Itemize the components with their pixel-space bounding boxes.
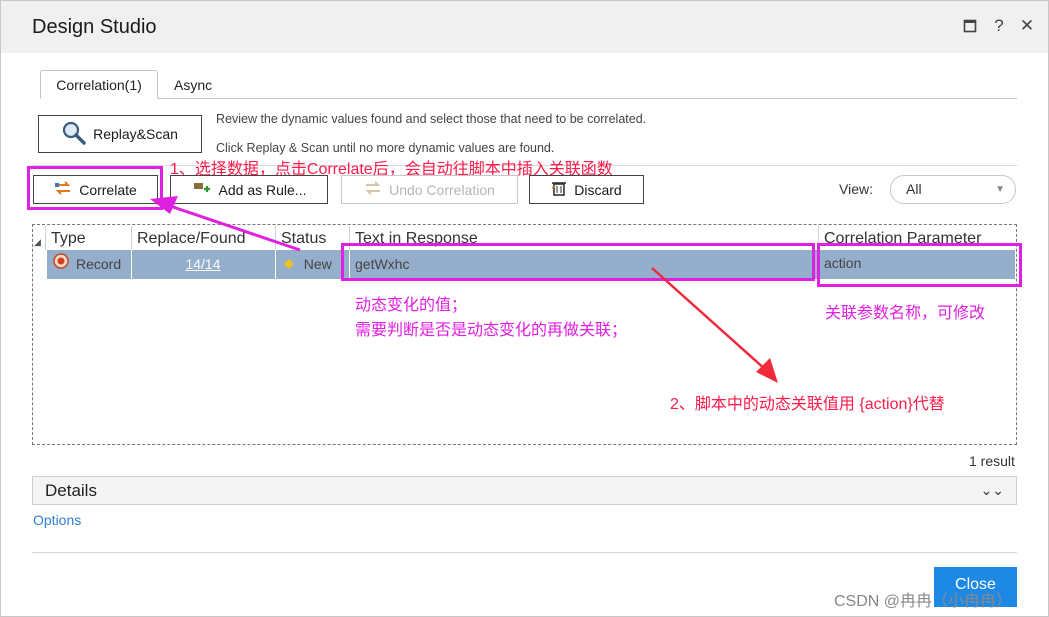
details-panel[interactable]: Details ⌄⌄ bbox=[32, 476, 1017, 505]
arrow-red-head bbox=[756, 358, 778, 383]
arrow-magenta-head bbox=[150, 196, 178, 214]
expand-icon[interactable]: ⌄⌄ bbox=[981, 477, 1004, 504]
arrow-red bbox=[651, 267, 767, 371]
options-link[interactable]: Options bbox=[33, 512, 81, 528]
arrow-magenta bbox=[169, 204, 301, 252]
details-label: Details bbox=[45, 481, 97, 500]
result-count: 1 result bbox=[969, 453, 1015, 469]
annotation-arrows bbox=[150, 196, 778, 383]
footer-divider bbox=[32, 552, 1017, 553]
watermark: CSDN @冉冉（小冉冉） bbox=[834, 593, 1013, 610]
